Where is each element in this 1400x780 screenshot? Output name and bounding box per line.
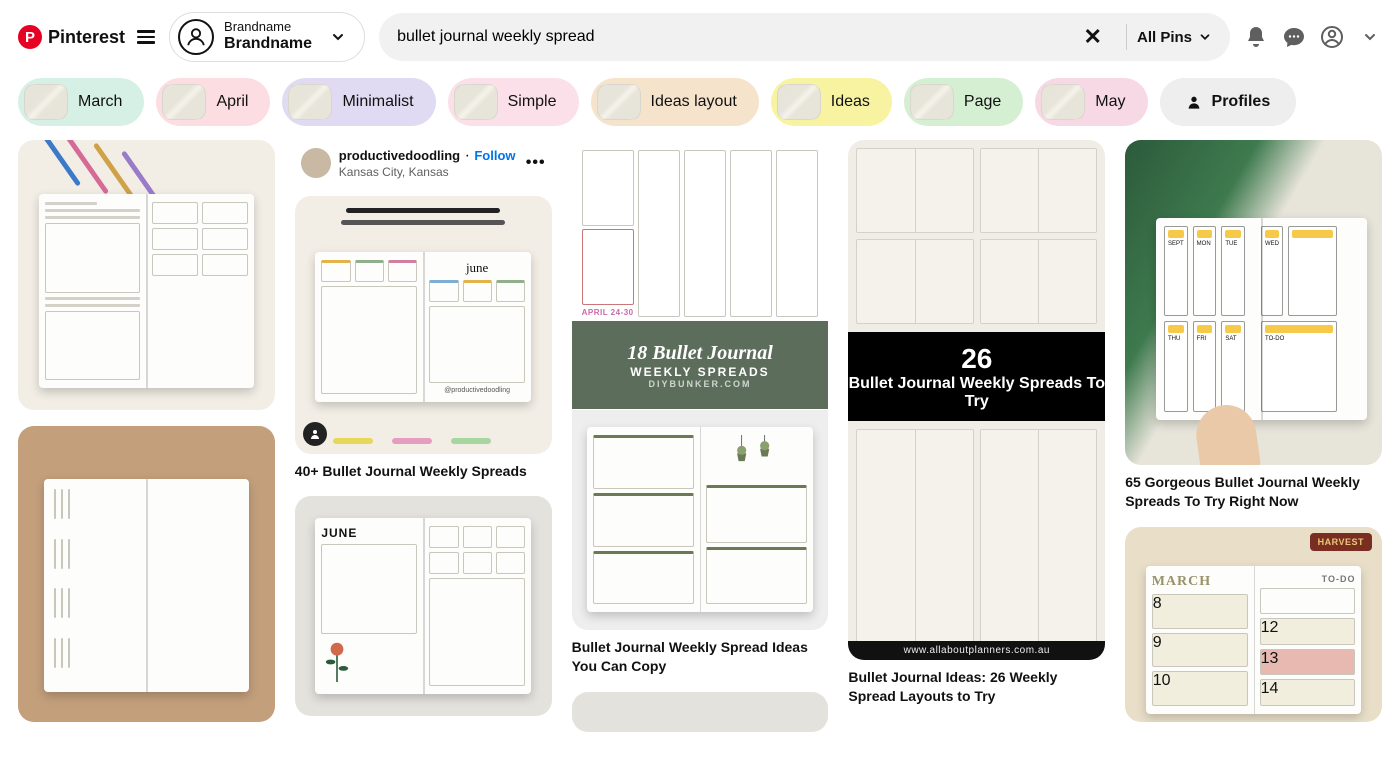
filter-chip-march[interactable]: March [18, 78, 144, 126]
pin-card[interactable]: HARVEST MARCH 8 9 10 TO-DO 12 13 14 [1125, 527, 1382, 722]
chip-thumb [777, 84, 821, 120]
chip-thumb [910, 84, 954, 120]
grid-column: SEPT MON TUE THU FRI SAT WED TO-DO [1125, 140, 1382, 722]
chip-thumb [454, 84, 498, 120]
grid-column: APRIL 24-30 18 Bullet Journal WEEKLY SPR… [572, 140, 829, 732]
brand-label: Pinterest [48, 27, 125, 48]
overlay-title: 18 Bullet Journal [627, 342, 773, 365]
pin-card[interactable]: APRIL 24-30 18 Bullet Journal WEEKLY SPR… [572, 140, 829, 676]
person-icon [1186, 94, 1202, 110]
chip-thumb [162, 84, 206, 120]
chip-thumb [597, 84, 641, 120]
filter-chip-april[interactable]: April [156, 78, 270, 126]
header: P Pinterest Brandname Brandname ✕ All Pi… [0, 0, 1400, 74]
grid-column [18, 140, 275, 722]
pin-card[interactable]: SEPT MON TUE THU FRI SAT WED TO-DO [1125, 140, 1382, 511]
profile-badge-icon [303, 422, 327, 446]
pin-title: Bullet Journal Ideas: 26 Weekly Spread L… [848, 668, 1105, 706]
chevron-down-icon [330, 29, 346, 45]
divider [1126, 24, 1127, 50]
follow-link[interactable]: Follow [474, 148, 515, 163]
pin-title: 65 Gorgeous Bullet Journal Weekly Spread… [1125, 473, 1382, 511]
pin-card[interactable] [18, 140, 275, 410]
search-filter-dropdown[interactable]: All Pins [1137, 29, 1212, 46]
filter-chip-ideas[interactable]: Ideas [771, 78, 892, 126]
filter-chip-may[interactable]: May [1035, 78, 1147, 126]
overlay-subtitle: WEEKLY SPREADS [630, 365, 769, 379]
chevron-down-icon [1198, 30, 1212, 44]
account-bottom-label: Brandname [224, 35, 312, 53]
filter-label: All Pins [1137, 29, 1192, 46]
grid-column: productivedoodling · Follow Kansas City,… [295, 140, 552, 716]
profile-button[interactable] [1320, 25, 1344, 49]
month-heading: MARCH [1152, 574, 1248, 590]
month-heading: june [429, 260, 525, 276]
filter-chip-simple[interactable]: Simple [448, 78, 579, 126]
filter-chips-row: March April Minimalist Simple Ideas layo… [0, 74, 1400, 140]
pin-title: Bullet Journal Weekly Spread Ideas You C… [572, 638, 829, 676]
chip-thumb [24, 84, 68, 120]
pin-card[interactable]: 26 Bullet Journal Weekly Spreads To Try … [848, 140, 1105, 706]
author-avatar[interactable] [301, 148, 331, 178]
todo-heading: TO-DO [1260, 574, 1356, 584]
accounts-chevron[interactable] [1358, 25, 1382, 49]
sign-label: HARVEST [1310, 533, 1372, 551]
notifications-button[interactable] [1244, 25, 1268, 49]
profiles-chip[interactable]: Profiles [1160, 78, 1297, 126]
pin-title: 40+ Bullet Journal Weekly Spreads [295, 462, 552, 481]
clear-search-button[interactable]: ✕ [1070, 24, 1116, 50]
menu-icon[interactable] [137, 30, 155, 44]
pin-card[interactable] [572, 692, 829, 732]
filter-chip-ideas-layout[interactable]: Ideas layout [591, 78, 759, 126]
grid-column: 26 Bullet Journal Weekly Spreads To Try … [848, 140, 1105, 706]
pinterest-logo-icon: P [18, 25, 42, 49]
pin-header-bar: productivedoodling · Follow Kansas City,… [295, 140, 552, 188]
pin-card[interactable]: productivedoodling · Follow Kansas City,… [295, 140, 552, 480]
search-input[interactable] [397, 28, 1069, 46]
chip-thumb [288, 84, 332, 120]
search-bar: ✕ All Pins [379, 13, 1230, 61]
messages-button[interactable] [1282, 25, 1306, 49]
account-labels: Brandname Brandname [224, 20, 312, 53]
date-range-label: APRIL 24-30 [582, 308, 634, 317]
overlay-number: 26 [961, 343, 992, 375]
brand-home[interactable]: P Pinterest [18, 25, 155, 49]
chip-thumb [1041, 84, 1085, 120]
account-top-label: Brandname [224, 20, 312, 35]
image-credit: @productivedoodling [429, 387, 525, 394]
user-avatar-icon [178, 19, 214, 55]
month-heading: JUNE [321, 526, 417, 540]
pin-card[interactable]: JUNE [295, 496, 552, 716]
filter-chip-minimalist[interactable]: Minimalist [282, 78, 435, 126]
pin-card[interactable] [18, 426, 275, 722]
account-switcher[interactable]: Brandname Brandname [169, 12, 365, 62]
source-url-strip: www.allaboutplanners.com.au [848, 641, 1105, 660]
author-location: Kansas City, Kansas [339, 165, 518, 179]
pin-grid: productivedoodling · Follow Kansas City,… [0, 140, 1400, 772]
filter-chip-page[interactable]: Page [904, 78, 1023, 126]
overlay-subtitle: Bullet Journal Weekly Spreads To Try [848, 375, 1105, 411]
author-username[interactable]: productivedoodling [339, 148, 460, 163]
more-options-button[interactable]: ••• [526, 154, 546, 172]
overlay-site: DIYBUNKER.COM [648, 379, 751, 389]
